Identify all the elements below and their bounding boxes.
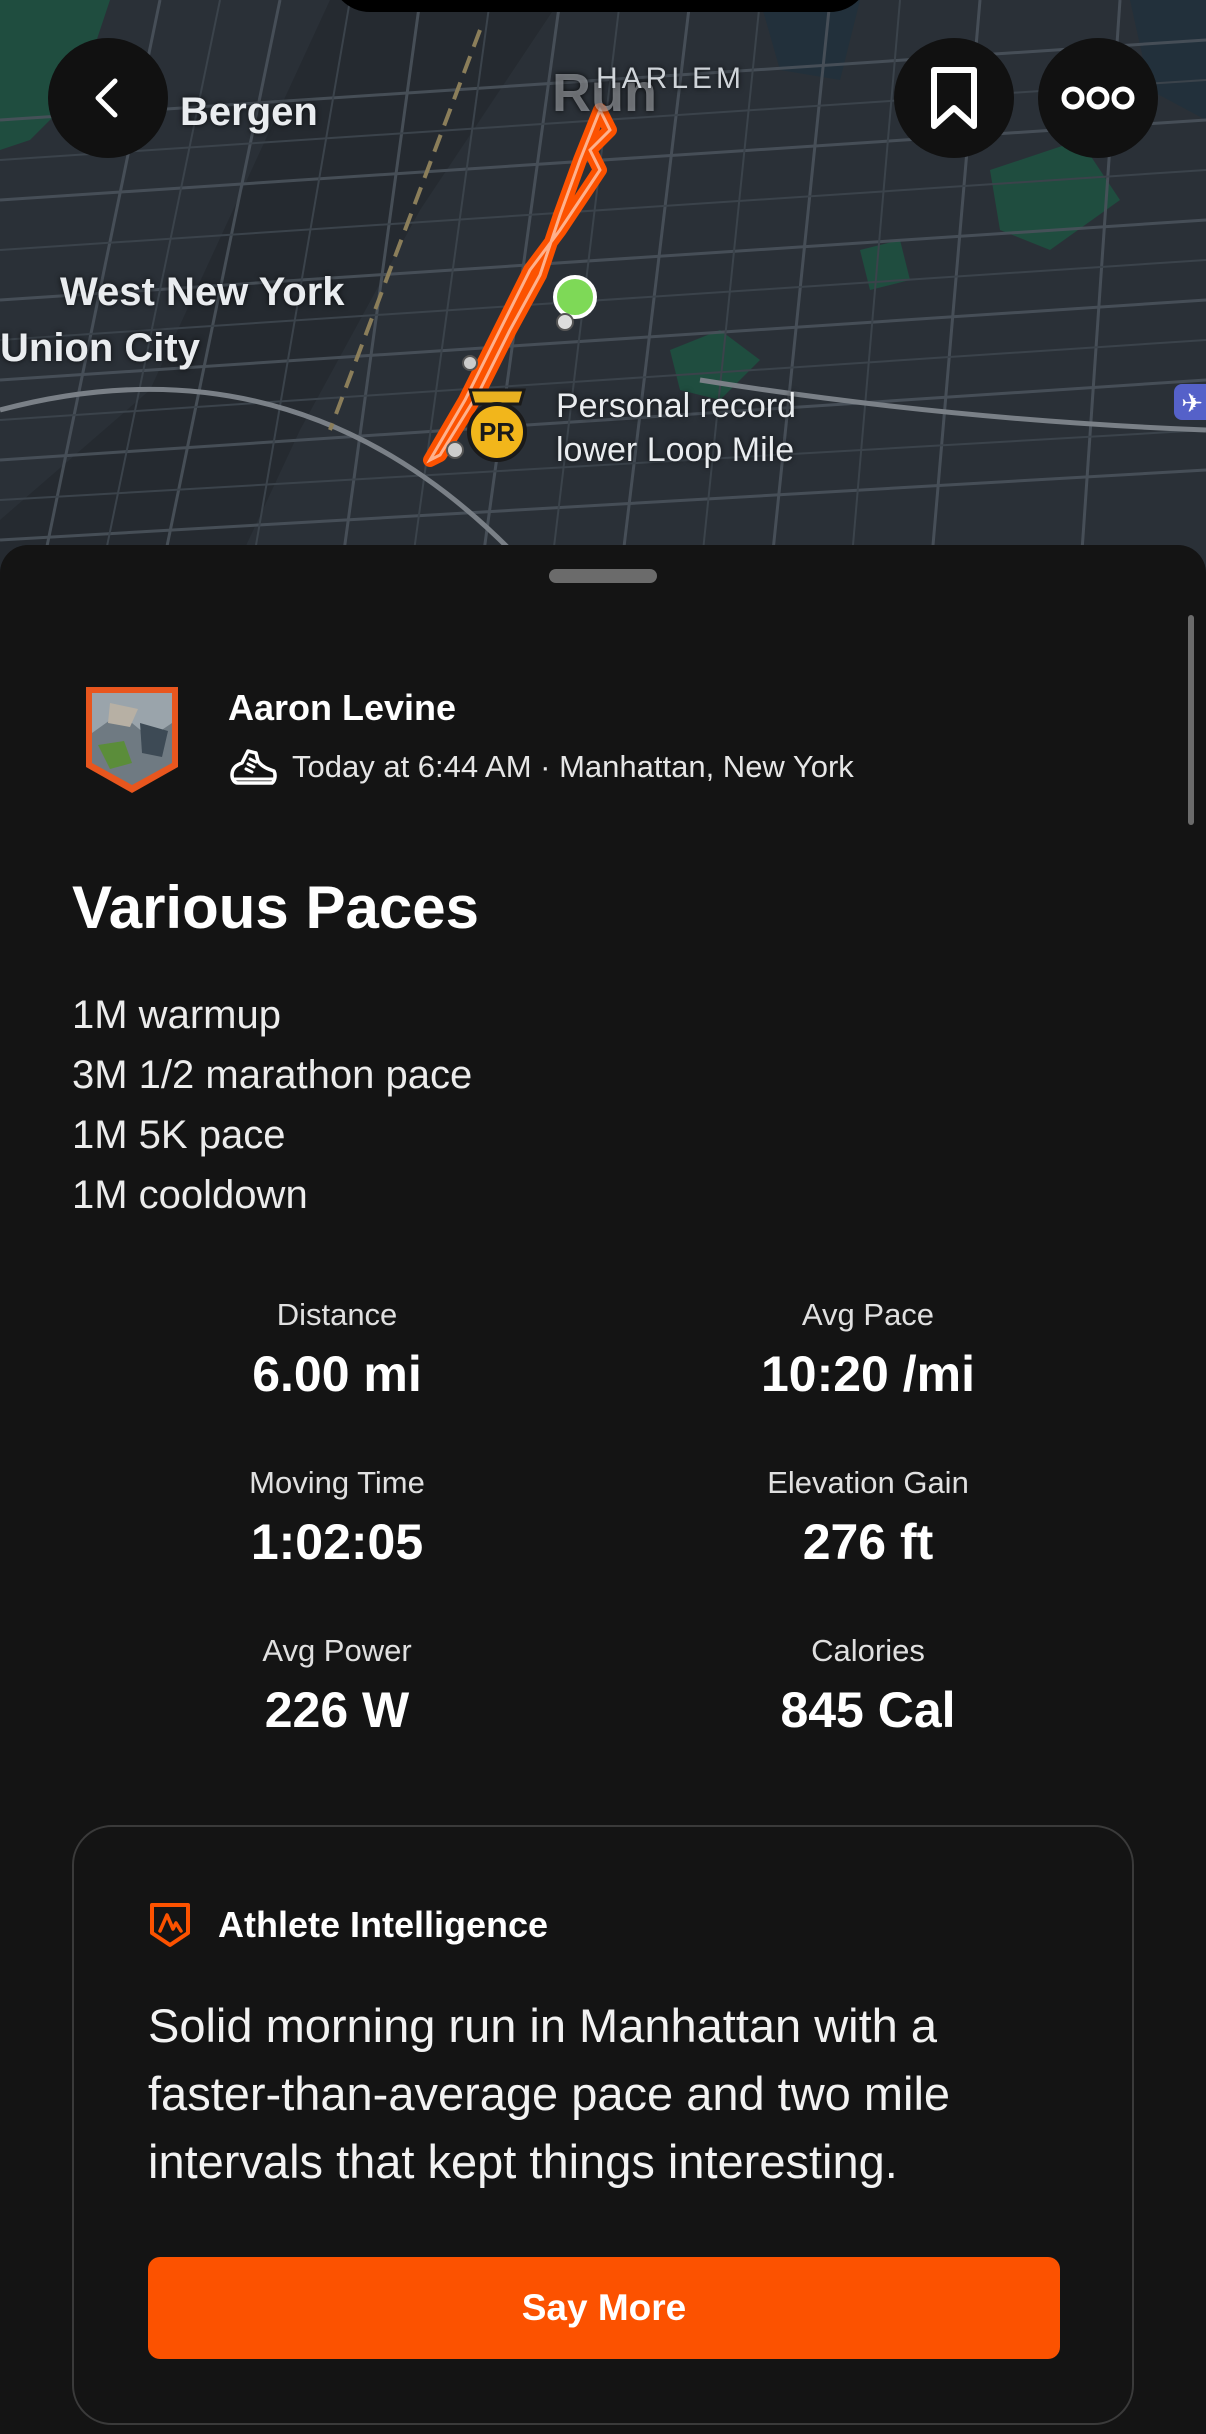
map-label-west-new-york: West New York <box>60 270 345 314</box>
device-notch <box>330 0 870 12</box>
stat-value: 226 W <box>264 1682 410 1738</box>
athlete-intelligence-summary: Solid morning run in Manhattan with a fa… <box>148 1999 951 2188</box>
athlete-name[interactable]: Aaron Levine <box>228 687 456 729</box>
say-more-button[interactable]: Say More <box>148 2257 1060 2359</box>
activity-meta: Today at 6:44 AM · Manhattan, New York <box>228 745 854 789</box>
stat-distance: Distance 6.00 mi <box>127 1297 547 1403</box>
stat-value: 1:02:05 <box>250 1514 424 1570</box>
more-options-button[interactable] <box>1038 38 1158 158</box>
pr-badge-label: PR <box>478 417 516 447</box>
athlete-intelligence-title: Athlete Intelligence <box>218 1904 549 1945</box>
pr-badge-icon[interactable]: PR <box>462 386 532 464</box>
description-line: 3M 1/2 marathon pace <box>72 1053 473 1097</box>
bookmark-icon <box>931 67 977 129</box>
pr-callout: Personal record lower Loop Mile <box>556 384 796 472</box>
stat-label: Elevation Gain <box>767 1465 969 1500</box>
description-line: 1M warmup <box>72 993 281 1037</box>
activity-description: 1M warmup 3M 1/2 marathon pace 1M 5K pac… <box>72 985 472 1225</box>
stat-label: Distance <box>276 1297 398 1332</box>
stat-label: Avg Pace <box>801 1297 935 1332</box>
stat-value: 6.00 mi <box>252 1346 422 1402</box>
stat-label: Moving Time <box>249 1465 425 1500</box>
stat-moving-time: Moving Time 1:02:05 <box>127 1465 547 1571</box>
stat-label: Calories <box>811 1633 925 1668</box>
stat-value: 10:20 /mi <box>760 1346 975 1402</box>
activity-title: Various Paces <box>72 874 479 941</box>
stat-calories: Calories 845 Cal <box>658 1633 1078 1739</box>
avatar[interactable] <box>80 683 184 795</box>
stat-value: 845 Cal <box>780 1682 956 1738</box>
stat-label: Avg Power <box>262 1633 412 1668</box>
chevron-left-icon <box>95 78 118 118</box>
sheet-grabber[interactable] <box>549 569 657 583</box>
route-map[interactable]: ✈ Bergen Run HARLEM West New York Union … <box>0 0 1206 580</box>
stat-avg-pace: Avg Pace 10:20 /mi <box>658 1297 1078 1403</box>
map-label-union-city: Union City <box>0 326 200 370</box>
stat-value: 276 ft <box>802 1514 934 1570</box>
svg-text:✈: ✈ <box>1181 389 1203 419</box>
activity-meta-text: Today at 6:44 AM · Manhattan, New York <box>292 749 854 784</box>
description-line: 1M 5K pace <box>72 1113 286 1157</box>
scrollbar[interactable] <box>1188 615 1194 825</box>
running-shoe-icon <box>230 749 277 785</box>
pr-callout-line2: lower Loop Mile <box>556 431 795 469</box>
more-dots-icon <box>1061 86 1135 110</box>
map-label-harlem: HARLEM <box>596 62 746 95</box>
back-button[interactable] <box>48 38 168 158</box>
athlete-intelligence-card: Athlete Intelligence Solid morning run i… <box>72 1825 1134 2425</box>
map-label-bergen: Bergen <box>180 90 318 134</box>
stat-elevation-gain: Elevation Gain 276 ft <box>658 1465 1078 1571</box>
description-line: 1M cooldown <box>72 1173 308 1217</box>
bookmark-button[interactable] <box>894 38 1014 158</box>
stat-avg-power: Avg Power 226 W <box>127 1633 547 1739</box>
pr-callout-line1: Personal record <box>556 387 797 425</box>
athlete-intelligence-icon <box>150 1903 190 1947</box>
activity-sheet: Aaron Levine Today at 6:44 AM · Manhatta… <box>0 545 1206 2434</box>
athlete-intelligence-header: Athlete Intelligence <box>148 1901 548 1949</box>
